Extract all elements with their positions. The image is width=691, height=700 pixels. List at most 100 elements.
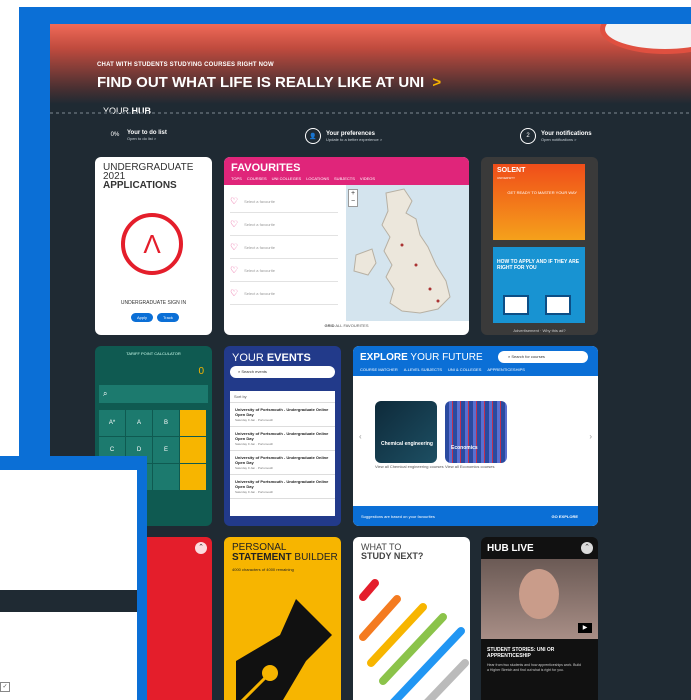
- tab-course-matcher[interactable]: COURSE MATCHER: [360, 367, 398, 372]
- favourites-footer[interactable]: GRID ALL FAVOURITES: [224, 323, 469, 328]
- advert-footer[interactable]: Advertisement · Why this ad?: [481, 328, 598, 333]
- tab-courses[interactable]: COURSES: [247, 176, 267, 181]
- tab-apprenticeships[interactable]: APPRENTICESHIPS: [487, 367, 525, 372]
- applications-title-line1: UNDERGRADUATE 2021: [103, 162, 194, 182]
- course-tile-chemical-engineering[interactable]: Chemical engineering: [375, 401, 437, 463]
- grade-key[interactable]: B: [153, 410, 179, 436]
- go-explore-button[interactable]: GO EXPLORE: [552, 514, 578, 519]
- track-button[interactable]: Track: [157, 313, 179, 322]
- list-item[interactable]: ♡ Select a favourite: [230, 259, 338, 282]
- status-preferences[interactable]: 👤 Your preferences Update to a better exp…: [305, 128, 382, 144]
- fountain-pen-icon: [236, 599, 332, 700]
- favourites-title: FAVOURITES: [231, 162, 301, 174]
- event-name: University of Portsmouth - Undergraduate…: [235, 407, 329, 417]
- carousel-next-button[interactable]: ›: [589, 432, 592, 441]
- tab-tops[interactable]: TOPS: [231, 176, 242, 181]
- hero-title-text: FIND OUT WHAT LIFE IS REALLY LIKE AT UNI: [97, 74, 425, 91]
- view-all-link[interactable]: View all Chemical engineering courses: [375, 464, 444, 469]
- grade-key[interactable]: A: [126, 410, 152, 436]
- tab-uni-colleges[interactable]: UNI & COLLEGES: [448, 367, 481, 372]
- what-to-study-title: WHAT TO STUDY NEXT?: [361, 543, 423, 561]
- video-thumbnail[interactable]: ▶: [481, 559, 598, 639]
- uk-map[interactable]: + −: [346, 185, 469, 321]
- character-count: 4000 characters of 4000 remaining: [232, 567, 294, 572]
- chevron-up-icon[interactable]: ⌃: [581, 542, 593, 554]
- hub-live-title: HUB LIVE: [487, 543, 534, 554]
- hub-live-card[interactable]: HUB LIVE ⌃ ▶ STUDENT STORIES: UNI OR APP…: [481, 537, 598, 700]
- personal-statement-card[interactable]: PERSONAL STATEMENT BUILDER 4000 characte…: [224, 537, 341, 700]
- presenter-face: [519, 569, 559, 619]
- explore-title: EXPLORE YOUR FUTURE: [360, 352, 483, 363]
- popup-window: ✓: [0, 470, 137, 700]
- explore-card: EXPLORE YOUR FUTURE ⌕ Search for courses…: [353, 346, 598, 526]
- tab-subjects[interactable]: SUBJECTS: [334, 176, 355, 181]
- events-sort[interactable]: Sort by: [230, 391, 335, 403]
- favourite-label: Select a favourite: [244, 244, 275, 250]
- grade-key[interactable]: [180, 464, 206, 490]
- explore-search-placeholder: Search for courses: [511, 354, 545, 359]
- video-description: Hear from two students and how apprentic…: [487, 663, 581, 672]
- advert-brand: SOLENT UNIVERSITY: [497, 167, 525, 181]
- advert-banner-bottom[interactable]: HOW TO APPLY AND IF THEY ARE RIGHT FOR Y…: [493, 247, 585, 323]
- grade-key[interactable]: [180, 410, 206, 436]
- tab-videos[interactable]: VIDEOS: [360, 176, 375, 181]
- list-item[interactable]: University of Portsmouth - Undergraduate…: [230, 451, 335, 475]
- apply-button[interactable]: Apply: [131, 313, 154, 322]
- explore-header: EXPLORE YOUR FUTURE ⌕ Search for courses…: [353, 346, 598, 376]
- map-zoom-control[interactable]: + −: [348, 189, 358, 207]
- favourite-label: Select a favourite: [244, 267, 275, 273]
- event-date: Saturday 9 Jan · Portsmouth: [235, 490, 274, 494]
- advert-brand-sub: UNIVERSITY: [497, 176, 516, 180]
- grade-key[interactable]: A*: [99, 410, 125, 436]
- tab-a-level-subjects[interactable]: A-LEVEL SUBJECTS: [404, 367, 442, 372]
- popup-window-frame: ✓: [0, 456, 147, 700]
- popup-dark-bar: [0, 590, 137, 612]
- chevron-up-icon[interactable]: ⌃: [195, 542, 207, 554]
- status-todo[interactable]: 0% Your to do list Open to do list >: [108, 128, 167, 142]
- personal-title-rest: BUILDER: [294, 552, 338, 563]
- advert-banner-top[interactable]: SOLENT UNIVERSITY GET READY TO MASTER YO…: [493, 164, 585, 240]
- list-item[interactable]: University of Portsmouth - Undergraduate…: [230, 427, 335, 451]
- explore-title-bold: EXPLORE: [360, 352, 408, 363]
- event-date: Saturday 9 Jan · Portsmouth: [235, 442, 274, 446]
- tab-locations[interactable]: LOCATIONS: [306, 176, 329, 181]
- grade-key[interactable]: E: [153, 437, 179, 463]
- personal-title-bold: STATEMENT: [232, 552, 292, 563]
- events-search-input[interactable]: ⌕ Search events: [230, 366, 335, 378]
- events-title-bold: EVENTS: [266, 352, 311, 364]
- list-item[interactable]: University of Portsmouth - Undergraduate…: [230, 475, 335, 499]
- favourites-card: FAVOURITES TOPS COURSES UNI COLLEGES LOC…: [224, 157, 469, 335]
- course-tile-economics[interactable]: Economics: [445, 401, 507, 463]
- hub-heading-prefix: YOUR: [103, 106, 130, 116]
- hero-title[interactable]: FIND OUT WHAT LIFE IS REALLY LIKE AT UNI…: [97, 74, 441, 91]
- list-item[interactable]: ♡ Select a favourite: [230, 236, 338, 259]
- zoom-in-button[interactable]: +: [349, 190, 357, 198]
- explore-title-rest: YOUR FUTURE: [410, 352, 483, 363]
- view-all-link[interactable]: View all Economics courses: [445, 464, 495, 469]
- list-item[interactable]: ♡ Select a favourite: [230, 190, 338, 213]
- status-preferences-sub: Update to a better experience >: [326, 136, 383, 142]
- status-notifications[interactable]: 2 Your notifications Open notifications >: [520, 128, 592, 144]
- play-icon[interactable]: ▶: [578, 623, 592, 633]
- carousel-prev-button[interactable]: ‹: [359, 432, 362, 441]
- chevron-right-icon: >: [432, 74, 442, 91]
- search-icon[interactable]: ⌕: [99, 385, 208, 403]
- grade-key[interactable]: [180, 437, 206, 463]
- what-to-study-card[interactable]: WHAT TO STUDY NEXT?: [353, 537, 470, 700]
- checkbox[interactable]: ✓: [0, 682, 10, 692]
- applications-title-line2: APPLICATIONS: [103, 180, 177, 191]
- grade-key[interactable]: [153, 464, 179, 490]
- list-item[interactable]: ♡ Select a favourite: [230, 213, 338, 236]
- list-item[interactable]: University of Portsmouth - Undergraduate…: [230, 403, 335, 427]
- notifications-count: 2: [520, 128, 536, 144]
- study-title-line2: STUDY NEXT?: [361, 551, 424, 561]
- event-date: Saturday 9 Jan · Portsmouth: [235, 466, 274, 470]
- status-notifications-sub: Open notifications >: [541, 136, 577, 142]
- explore-search-input[interactable]: ⌕ Search for courses: [498, 351, 588, 363]
- course-caption: Economics: [451, 445, 478, 451]
- tab-uni-colleges[interactable]: UNI COLLEGES: [272, 176, 302, 181]
- zoom-out-button[interactable]: −: [349, 198, 357, 206]
- list-item[interactable]: ♡ Select a favourite: [230, 282, 338, 305]
- calculator-title: TARIFF POINT CALCULATOR: [126, 351, 181, 356]
- hero-banner[interactable]: CHAT WITH STUDENTS STUDYING COURSES RIGH…: [50, 24, 691, 104]
